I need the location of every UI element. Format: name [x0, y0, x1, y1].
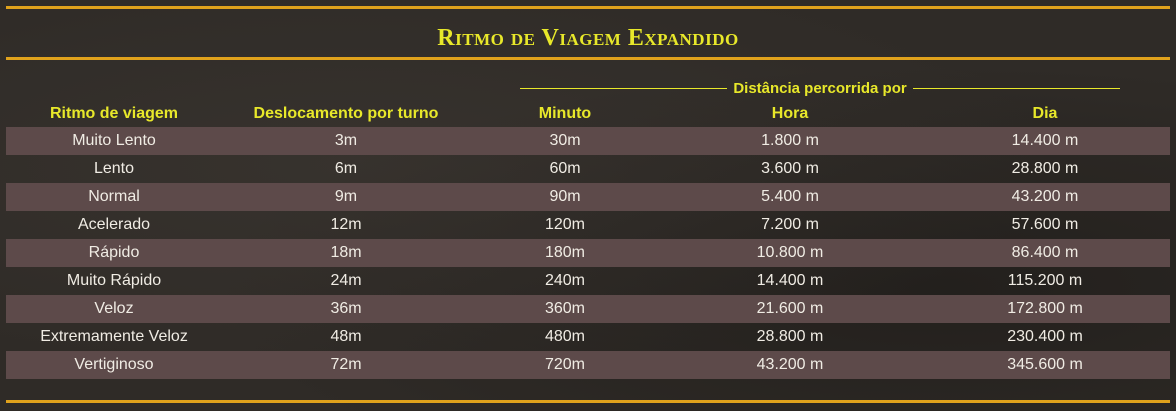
cell-movement: 3m: [222, 127, 470, 155]
distance-group-header: Distância percorrida por: [520, 76, 1121, 100]
cell-pace: Muito Lento: [6, 127, 222, 155]
cell-minute: 90m: [470, 183, 660, 211]
cell-pace: Lento: [93, 160, 135, 177]
cell-hour: 5.400 m: [660, 183, 920, 211]
cell-day: 115.200 m: [1007, 272, 1083, 289]
column-header-pace: Ritmo de viagem: [49, 105, 179, 122]
table-row: Muito Lento 3m 30m 1.800 m 14.400 m: [6, 127, 1170, 155]
table-row: Vertiginoso 72m 720m 43.200 m 345.600 m: [6, 351, 1170, 379]
table-row: Lento 6m 60m 3.600 m 28.800 m: [6, 155, 1170, 183]
cell-day: 172.800 m: [920, 295, 1170, 323]
cell-pace: Acelerado: [77, 216, 151, 233]
cell-day: 57.600 m: [1011, 216, 1079, 233]
cell-pace: Extremamente Veloz: [40, 328, 188, 345]
group-header-label: Distância percorrida por: [733, 79, 907, 97]
cell-hour: 21.600 m: [660, 295, 920, 323]
table-row: Normal 9m 90m 5.400 m 43.200 m: [6, 183, 1170, 211]
bottom-rule: [6, 400, 1170, 403]
cell-movement: 18m: [222, 239, 470, 267]
header-row: Ritmo de viagem Deslocamento por turno M…: [6, 101, 1170, 127]
cell-movement: 24m: [330, 272, 362, 289]
cell-hour: 3.600 m: [761, 160, 819, 177]
cell-movement: 48m: [330, 328, 362, 345]
cell-minute: 480m: [544, 328, 586, 345]
table-row: Acelerado 12m 120m 7.200 m 57.600 m: [6, 211, 1170, 239]
cell-day: 14.400 m: [920, 127, 1170, 155]
cell-minute: 120m: [544, 216, 586, 233]
cell-minute: 30m: [470, 127, 660, 155]
cell-pace: Muito Rápido: [66, 272, 162, 289]
column-header-hour: Hora: [771, 105, 809, 122]
title-rule: [6, 57, 1170, 60]
cell-hour: 43.200 m: [660, 351, 920, 379]
cell-movement: 12m: [330, 216, 362, 233]
table-row: Veloz 36m 360m 21.600 m 172.800 m: [6, 295, 1170, 323]
column-header-movement: Deslocamento por turno: [253, 105, 439, 122]
cell-hour: 7.200 m: [761, 216, 819, 233]
cell-hour: 1.800 m: [660, 127, 920, 155]
table-title: Ritmo de Viagem Expandido: [437, 25, 739, 51]
cell-hour: 28.800 m: [756, 328, 824, 345]
cell-hour: 10.800 m: [660, 239, 920, 267]
cell-day: 230.400 m: [1007, 328, 1083, 345]
table-row: Muito Rápido 24m 240m 14.400 m 115.200 m: [6, 267, 1170, 295]
table-row: Rápido 18m 180m 10.800 m 86.400 m: [6, 239, 1170, 267]
travel-pace-table: Ritmo de viagem Deslocamento por turno M…: [6, 101, 1170, 379]
cell-day: 43.200 m: [920, 183, 1170, 211]
cell-day: 28.800 m: [1011, 160, 1079, 177]
column-header-day: Dia: [1032, 105, 1058, 122]
cell-movement: 6m: [334, 160, 358, 177]
group-header-right-line: [912, 87, 1121, 89]
cell-pace: Normal: [6, 183, 222, 211]
top-rule: [6, 6, 1170, 9]
cell-minute: 180m: [470, 239, 660, 267]
cell-movement: 9m: [222, 183, 470, 211]
cell-movement: 72m: [222, 351, 470, 379]
cell-minute: 240m: [544, 272, 586, 289]
table-row: Extremamente Veloz 48m 480m 28.800 m 230.400…: [6, 323, 1170, 351]
cell-day: 86.400 m: [920, 239, 1170, 267]
group-header-left-line: [520, 87, 728, 89]
cell-pace: Rápido: [6, 239, 222, 267]
cell-minute: 720m: [470, 351, 660, 379]
cell-pace: Veloz: [6, 295, 222, 323]
cell-movement: 36m: [222, 295, 470, 323]
cell-pace: Vertiginoso: [6, 351, 222, 379]
column-header-minute: Minuto: [538, 105, 592, 122]
cell-minute: 60m: [549, 160, 581, 177]
cell-minute: 360m: [470, 295, 660, 323]
table-body: Muito Lento 3m 30m 1.800 m 14.400 m Lento 6m 60…: [6, 127, 1170, 379]
cell-hour: 14.400 m: [756, 272, 824, 289]
cell-day: 345.600 m: [920, 351, 1170, 379]
